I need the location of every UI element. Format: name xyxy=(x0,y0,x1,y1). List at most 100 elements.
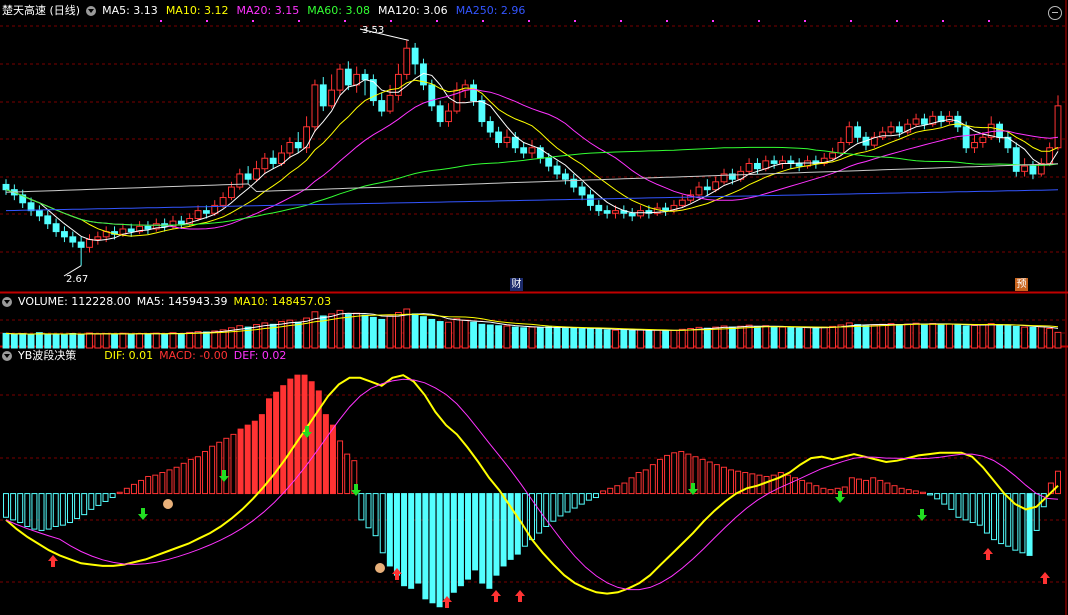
candle-body xyxy=(703,186,711,191)
volume-bar xyxy=(211,330,219,349)
volume-bar xyxy=(804,326,811,349)
candle-body xyxy=(253,168,260,180)
volume-bar xyxy=(361,314,369,349)
marker-dot xyxy=(528,20,530,22)
volume-bar xyxy=(820,326,828,349)
candle-body xyxy=(829,152,836,159)
volume-bar xyxy=(795,327,803,349)
candle-body xyxy=(920,118,928,125)
macd-bar xyxy=(393,493,400,576)
macd-bar xyxy=(415,493,422,584)
volume-bar xyxy=(996,324,1003,349)
buy-arrow-icon xyxy=(491,590,501,602)
macd-bar xyxy=(827,489,834,495)
candle-body xyxy=(44,215,52,225)
macd-bar xyxy=(934,493,941,500)
volume-bar xyxy=(52,333,60,349)
volume-bar xyxy=(353,312,361,349)
macd-bar xyxy=(557,493,564,517)
macd-bar xyxy=(998,493,1005,545)
macd-bar xyxy=(991,493,998,541)
candle-body xyxy=(503,136,511,144)
macd-bar xyxy=(372,493,379,537)
candle-body xyxy=(378,100,386,112)
volume-bar xyxy=(445,321,452,349)
candle-body xyxy=(144,225,152,230)
macd-bar xyxy=(664,454,671,495)
macd-bar xyxy=(699,458,706,495)
volume-bar xyxy=(695,326,703,349)
buy-arrow-icon xyxy=(48,555,58,567)
volume-bar xyxy=(770,326,778,349)
macd-bar xyxy=(322,414,329,495)
macd-bar xyxy=(735,470,742,495)
sell-arrow-icon xyxy=(138,508,148,520)
volume-bar xyxy=(812,327,820,349)
settings-toggle-icon[interactable] xyxy=(86,6,97,16)
macd-bar xyxy=(962,493,969,521)
legend-item: MA250: 2.96 xyxy=(455,4,526,17)
volume-bar xyxy=(511,326,519,349)
buy-arrow-icon xyxy=(515,590,525,602)
volume-bar xyxy=(278,321,285,349)
candle-body xyxy=(269,157,277,164)
zoom-icon[interactable] xyxy=(1048,6,1062,20)
macd-bar xyxy=(848,477,855,495)
marker-dot xyxy=(482,20,484,22)
indicator-toggle-icon[interactable] xyxy=(2,351,12,361)
candle-body xyxy=(495,131,503,144)
macd-bar xyxy=(273,391,280,495)
macd-bar xyxy=(223,437,230,495)
volume-bar xyxy=(570,327,578,349)
macd-bar xyxy=(685,453,692,495)
macd-bar xyxy=(31,493,38,530)
candle-body xyxy=(428,84,436,107)
macd-bar xyxy=(337,440,344,495)
macd-bar xyxy=(656,458,663,495)
volume-bar xyxy=(102,333,110,349)
volume-bar xyxy=(1037,326,1045,349)
volume-bar xyxy=(436,321,444,349)
candle-body xyxy=(545,157,553,167)
macd-bar xyxy=(159,472,166,495)
volume-bar xyxy=(687,328,695,349)
volume-toggle-icon[interactable] xyxy=(2,297,12,307)
candle-body xyxy=(244,173,252,180)
volume-bar xyxy=(971,324,978,349)
candle-body xyxy=(86,238,93,248)
volume-bar xyxy=(10,333,18,349)
macd-bar xyxy=(429,493,436,604)
event-marker-forecast[interactable]: 预 xyxy=(1015,278,1028,291)
volume-bar xyxy=(870,324,878,349)
macd-bar xyxy=(728,469,735,495)
macd-bar xyxy=(898,487,905,495)
volume-title: VOLUME: 112228.00 xyxy=(18,295,131,308)
volume-bar xyxy=(829,325,836,349)
hand-signal-icon xyxy=(375,563,385,573)
marker-dot xyxy=(574,20,576,22)
volume-bar xyxy=(495,325,503,349)
macd-bar xyxy=(209,445,216,495)
candle-body xyxy=(61,231,68,238)
sell-arrow-icon xyxy=(917,509,927,521)
macd-bar xyxy=(123,487,130,495)
candle-body xyxy=(94,236,102,240)
event-marker-finance[interactable]: 财 xyxy=(510,278,523,291)
volume-bar xyxy=(962,325,970,349)
candle-body xyxy=(311,84,319,128)
marker-dot xyxy=(942,20,944,22)
macd-bar xyxy=(194,456,201,495)
macd-bar xyxy=(17,493,24,524)
macd-bar xyxy=(550,493,557,522)
legend-item: MA20: 3.15 xyxy=(236,4,300,17)
indicator-panel-header: YB波段决策 DIF: 0.01 MACD: -0.00 DEF: 0.02 xyxy=(2,349,286,363)
volume-bar xyxy=(461,319,469,349)
macd-bar xyxy=(443,493,450,600)
volume-bar xyxy=(728,326,736,349)
candle-body xyxy=(445,110,452,123)
macd-bar xyxy=(45,493,52,530)
volume-bar xyxy=(954,324,962,349)
volume-bar xyxy=(1021,326,1029,349)
buy-arrow-icon xyxy=(1040,572,1050,584)
candle-body xyxy=(303,126,310,149)
